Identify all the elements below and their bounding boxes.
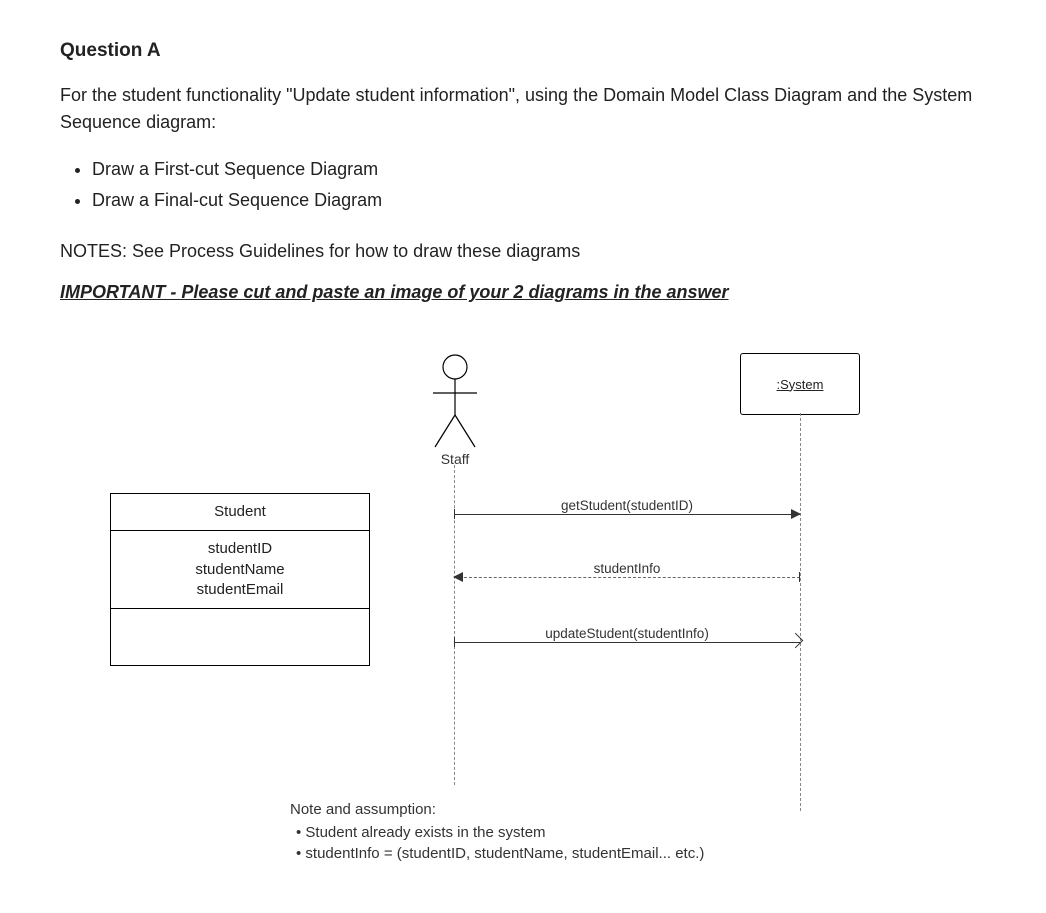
class-attribute: studentName (121, 560, 359, 580)
actor-label: Staff (410, 451, 500, 467)
task-item: Draw a Final-cut Sequence Diagram (92, 185, 986, 216)
question-title: Question A (60, 40, 986, 62)
message-get-student: getStudent(studentID) (454, 505, 800, 523)
task-item: Draw a First-cut Sequence Diagram (92, 154, 986, 185)
system-box: :System (740, 353, 860, 415)
actor-icon (425, 353, 485, 449)
class-operations (111, 608, 369, 665)
important-line: IMPORTANT - Please cut and paste an imag… (60, 282, 986, 303)
class-box-student: Student studentID studentName studentEma… (110, 493, 370, 666)
system-label: :System (777, 377, 824, 392)
diagram-note-item: studentInfo = (studentID, studentName, s… (296, 843, 810, 864)
class-attribute: studentID (121, 539, 359, 559)
message-label: studentInfo (590, 561, 665, 576)
diagram-note-item: Student already exists in the system (296, 822, 810, 843)
task-list: Draw a First-cut Sequence Diagram Draw a… (72, 154, 986, 215)
lifeline-system (800, 413, 801, 811)
notes-line: NOTES: See Process Guidelines for how to… (60, 241, 986, 262)
diagram-area: Student studentID studentName studentEma… (60, 353, 980, 873)
page: Question A For the student functionality… (0, 0, 1046, 913)
class-attributes: studentID studentName studentEmail (111, 530, 369, 608)
message-update-student: updateStudent(studentInfo) (454, 633, 800, 651)
diagram-notes: Note and assumption: Student already exi… (290, 799, 810, 864)
class-attribute: studentEmail (121, 580, 359, 600)
message-student-info: studentInfo (454, 568, 800, 586)
actor-staff: Staff (410, 353, 500, 467)
message-label: updateStudent(studentInfo) (541, 626, 713, 641)
question-intro: For the student functionality "Update st… (60, 82, 986, 136)
diagram-notes-title: Note and assumption: (290, 799, 810, 820)
class-name: Student (111, 494, 369, 530)
message-label: getStudent(studentID) (557, 498, 697, 513)
